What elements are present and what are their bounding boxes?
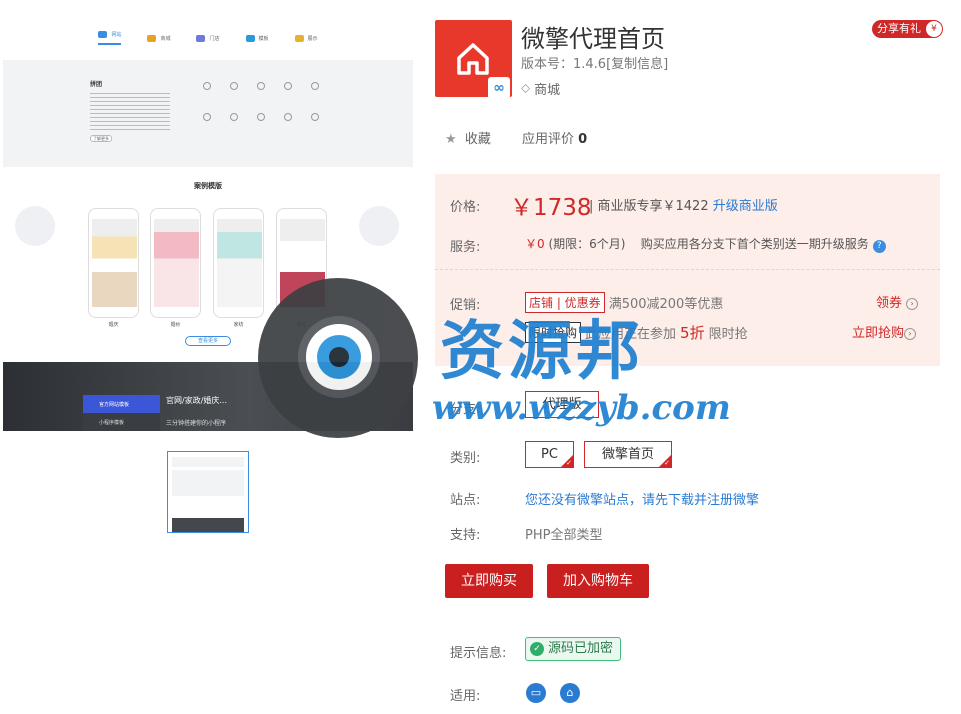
preview-feature-icon xyxy=(311,113,319,121)
preview-dark-heading: 官网/家政/婚庆... xyxy=(166,396,228,405)
preview-phone xyxy=(88,208,139,318)
preview-feature-icon xyxy=(203,82,211,90)
check-circle-icon: ✓ xyxy=(530,642,544,656)
support-value: PHP全部类型 xyxy=(525,528,603,543)
home-icon: ⌂ xyxy=(560,683,580,703)
buy-now-link[interactable]: 立即抢购 › xyxy=(852,322,917,341)
site-label: 站点: xyxy=(450,493,481,508)
preview-phone-label: 婚纱 xyxy=(170,322,181,328)
preview-prev-arrow-icon xyxy=(15,206,55,246)
monitor-icon: ▭ xyxy=(526,683,546,703)
preview-nav-item: 门店 xyxy=(196,34,220,42)
chevron-right-icon: › xyxy=(904,327,917,340)
preview-feature-icon xyxy=(284,113,292,121)
register-site-link[interactable]: 您还没有微擎站点，请先下载并注册微擎 xyxy=(525,489,759,508)
app-category-tag[interactable]: ⬦ 商城 xyxy=(521,79,560,98)
preview-view-more: 查看更多 xyxy=(185,336,231,346)
preview-thumbnail[interactable] xyxy=(167,451,249,533)
service-label: 服务: xyxy=(450,240,481,255)
business-price: | 商业版专享￥1422 升级商业版 xyxy=(589,199,778,214)
type-option-pc[interactable]: PC ✓ xyxy=(525,441,574,468)
preview-case-title: 案例模版 xyxy=(194,182,222,190)
preview-next-arrow-icon xyxy=(359,206,399,246)
watermark-text: 资源邦 xyxy=(440,314,644,389)
gift-bag-icon: ¥ xyxy=(926,21,942,37)
preview-nav-item: 商城 xyxy=(147,34,170,42)
preview-intro-title: 拼团 xyxy=(90,81,103,88)
link-icon: ∞ xyxy=(488,77,510,99)
preview-feature-icon xyxy=(203,113,211,121)
add-to-cart-button[interactable]: 加入购物车 xyxy=(547,564,649,598)
preview-feature-icon xyxy=(284,82,292,90)
preview-nav-item: 网站 xyxy=(98,31,122,45)
get-coupon-link[interactable]: 领券 › xyxy=(876,292,919,311)
preview-dark-menu-item: 小程序模板 xyxy=(83,413,160,431)
favorite-button[interactable]: ★ 收藏 xyxy=(445,128,491,147)
help-icon[interactable]: ? xyxy=(872,240,886,253)
preview-feature-icon xyxy=(230,113,238,121)
check-icon: ✓ xyxy=(664,459,670,467)
preview-more-button: 了解更多 xyxy=(90,135,112,142)
type-label: 类别: xyxy=(450,451,481,466)
preview-intro-text xyxy=(90,90,170,132)
encrypted-badge: ✓ 源码已加密 xyxy=(525,637,622,661)
app-rating[interactable]: 应用评价 0 xyxy=(522,128,587,147)
support-label: 支持: xyxy=(450,528,481,543)
preview-dark-sub: 三分钟搭建你的小程序 xyxy=(166,420,227,427)
preview-feature-icon xyxy=(257,113,265,121)
preview-feature-icon xyxy=(257,82,265,90)
preview-phone-label: 家纺 xyxy=(233,322,244,328)
app-title: 微擎代理首页 xyxy=(521,25,665,53)
star-icon: ★ xyxy=(445,132,457,147)
app-version[interactable]: 版本号：1.4.6[复制信息] xyxy=(521,53,668,72)
price-value: ￥1738 xyxy=(510,195,592,221)
share-button[interactable]: 分享有礼 ¥ xyxy=(872,20,943,38)
preview-feature-icon xyxy=(230,82,238,90)
price-label: 价格: xyxy=(450,200,481,215)
preview-phone-label: 婚庆 xyxy=(108,322,119,328)
preview-intro-band: 拼团 了解更多 xyxy=(3,60,413,167)
watermark-url: www.wzzyb.com xyxy=(432,388,731,428)
preview-phone xyxy=(213,208,264,318)
tag-icon: ⬦ xyxy=(521,81,531,96)
preview-phone xyxy=(150,208,201,318)
preview-nav-item: 模板 xyxy=(245,34,269,42)
chevron-right-icon: › xyxy=(906,297,919,310)
house-icon xyxy=(457,43,489,75)
hint-label: 提示信息: xyxy=(450,646,507,661)
preview-nav-item: 展示 xyxy=(294,34,318,42)
preview-dark-menu-item: 官方网站模板 xyxy=(83,395,160,413)
preview-feature-icon xyxy=(311,82,319,90)
app-logo: ∞ xyxy=(435,20,512,99)
check-icon: ✓ xyxy=(566,459,572,467)
buy-button[interactable]: 立即购买 xyxy=(445,564,533,598)
apply-label: 适用: xyxy=(450,689,481,704)
type-option-home[interactable]: 微擎首页 ✓ xyxy=(584,441,672,468)
watermark-gear-logo xyxy=(258,278,418,438)
service-value: ￥0 (期限：6个月) 购买应用各分支下首个类别送一期升级服务? xyxy=(525,235,886,253)
preview-nav: 网站 商城 门店 模板 展示 xyxy=(3,18,413,58)
upgrade-link[interactable]: 升级商业版 xyxy=(713,199,778,214)
